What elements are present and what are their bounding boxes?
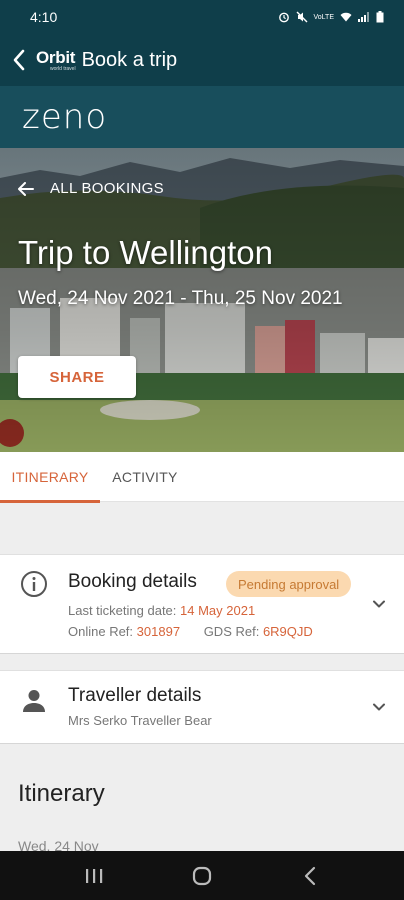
mute-icon xyxy=(296,11,307,23)
traveller-details-title: Traveller details xyxy=(68,685,202,706)
system-nav-bar xyxy=(0,851,404,900)
ticketing-date-line: Last ticketing date: 14 May 2021 xyxy=(68,603,255,618)
home-icon xyxy=(192,866,212,885)
home-button[interactable] xyxy=(172,851,232,900)
status-time: 4:10 xyxy=(30,9,58,25)
recent-apps-icon xyxy=(86,868,103,883)
person-icon xyxy=(23,690,45,712)
gds-ref-label: GDS Ref: xyxy=(203,624,260,639)
booking-refs-line: Online Ref: 301897 GDS Ref: 6R9QJD xyxy=(68,624,313,639)
booking-details-title: Booking details xyxy=(68,571,197,592)
trip-dates: Wed, 24 Nov 2021 - Thu, 25 Nov 2021 xyxy=(18,288,343,309)
orbit-logo-tagline: world travel xyxy=(50,65,76,72)
trip-hero: ALL BOOKINGS Trip to Wellington Wed, 24 … xyxy=(0,148,404,452)
itinerary-heading: Itinerary xyxy=(18,780,105,807)
orbit-logo-text: Orbit xyxy=(36,47,76,67)
tab-itinerary[interactable]: ITINERARY xyxy=(0,452,100,503)
system-back-button[interactable] xyxy=(280,851,340,900)
trip-tabs: ITINERARY ACTIVITY xyxy=(0,452,404,503)
ticketing-date-value: 14 May 2021 xyxy=(180,603,256,618)
chevron-left-icon xyxy=(13,49,25,71)
traveller-details-card[interactable]: Traveller details Mrs Serko Traveller Be… xyxy=(0,670,404,744)
share-button[interactable]: SHARE xyxy=(18,356,136,398)
brand-bar: zeno xyxy=(0,86,404,148)
signal-icon xyxy=(358,12,369,22)
alarm-icon xyxy=(278,12,289,23)
trip-title: Trip to Wellington xyxy=(18,234,273,271)
chevron-down-icon[interactable] xyxy=(372,597,386,611)
status-badge: Pending approval xyxy=(226,571,352,597)
online-ref-value: 301897 xyxy=(136,624,181,639)
gds-ref-value: 6R9QJD xyxy=(262,624,313,639)
app-title: Book a trip xyxy=(81,48,178,71)
booking-details-card[interactable]: Booking details Pending approval Last ti… xyxy=(0,554,404,654)
status-bar: 4:10 VoLTE xyxy=(0,0,404,34)
orbit-logo: Orbit world travel xyxy=(36,49,76,72)
recent-apps-button[interactable] xyxy=(64,851,124,900)
all-bookings-link[interactable]: ALL BOOKINGS xyxy=(18,180,164,197)
online-ref-label: Online Ref: xyxy=(68,624,134,639)
info-icon xyxy=(21,571,47,597)
ticketing-date-label: Last ticketing date: xyxy=(68,603,177,618)
back-icon xyxy=(304,866,316,885)
battery-icon xyxy=(376,11,384,23)
status-icons: VoLTE xyxy=(278,11,385,23)
wifi-icon xyxy=(340,12,352,22)
tab-activity[interactable]: ACTIVITY xyxy=(100,452,190,502)
traveller-name: Mrs Serko Traveller Bear xyxy=(68,713,212,728)
back-button[interactable] xyxy=(2,34,36,86)
zeno-logo: zeno xyxy=(22,97,108,137)
arrow-left-icon xyxy=(18,181,34,196)
app-bar: Orbit world travel Book a trip xyxy=(0,34,404,86)
chevron-down-icon[interactable] xyxy=(372,700,386,714)
network-label: VoLTE xyxy=(313,13,335,21)
all-bookings-label: ALL BOOKINGS xyxy=(50,180,164,197)
